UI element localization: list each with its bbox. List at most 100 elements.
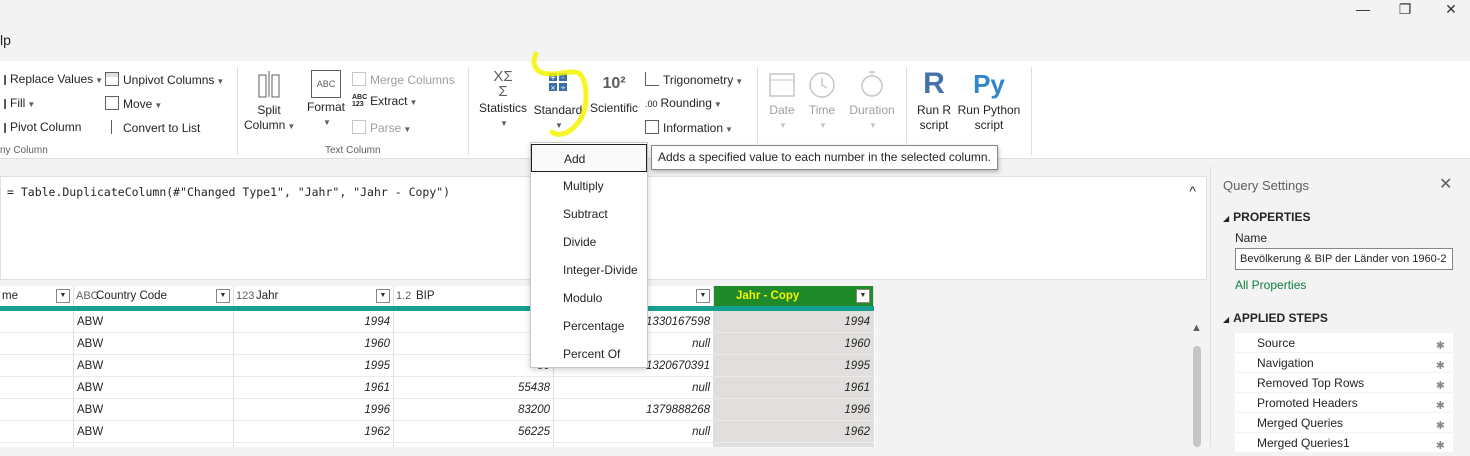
table-cell[interactable]: ABW (74, 377, 234, 399)
close-window-button[interactable]: ✕ (1428, 0, 1470, 20)
ribbon-separator (757, 67, 758, 155)
table-cell[interactable]: 1960 (714, 333, 874, 355)
query-name-input[interactable]: Bevölkerung & BIP der Länder von 1960-2 (1235, 248, 1453, 270)
move-button[interactable]: Move ▼ (105, 96, 162, 111)
table-cell[interactable]: 1961 (714, 377, 874, 399)
column-type-icon[interactable]: 123 (236, 286, 254, 306)
highlight-annotation (531, 51, 589, 137)
table-cell[interactable]: 55438 (394, 377, 554, 399)
convert-to-list-button[interactable]: Convert to List (105, 120, 200, 135)
group-label-any-column: ny Column (0, 145, 48, 156)
table-cell[interactable] (0, 377, 74, 399)
rounding-button[interactable]: .00 Rounding ▼ (645, 96, 722, 110)
table-cell[interactable] (0, 399, 74, 421)
table-cell[interactable]: 1961 (234, 377, 394, 399)
scroll-thumb[interactable] (1193, 346, 1201, 447)
fill-button[interactable]: Fill ▼ (0, 96, 35, 110)
menu-help[interactable]: lp (0, 28, 11, 52)
table-cell[interactable]: 1997 (234, 443, 394, 447)
dropdown-item-add[interactable]: Add (531, 144, 647, 172)
table-cell[interactable] (0, 333, 74, 355)
column-filter-icon[interactable]: ▼ (56, 289, 70, 303)
table-cell[interactable]: 56225 (394, 421, 554, 443)
dropdown-item-percentage[interactable]: Percentage (531, 312, 647, 340)
column-filter-icon[interactable]: ▼ (216, 289, 230, 303)
table-cell[interactable]: 1962 (234, 421, 394, 443)
table-cell[interactable]: ABW (74, 355, 234, 377)
applied-step[interactable]: Removed Top Rows ✱ (1235, 373, 1453, 393)
table-cell[interactable]: ABW (74, 311, 234, 333)
ribbon-separator (1031, 67, 1032, 155)
table-cell[interactable]: null (554, 377, 714, 399)
table-cell[interactable]: ABW (74, 399, 234, 421)
applied-step[interactable]: Merged Queries ✱ (1235, 413, 1453, 433)
fill-icon (0, 99, 6, 109)
column-header[interactable]: ABC Country Code ▼ (74, 286, 234, 306)
collapse-formula-icon[interactable]: ^ (1189, 183, 1196, 199)
properties-section[interactable]: ◢ PROPERTIES (1223, 210, 1311, 224)
split-column-button[interactable]: Split Column ▼ (244, 69, 295, 134)
column-header[interactable]: me ▼ (0, 286, 74, 306)
table-cell[interactable] (0, 355, 74, 377)
trigonometry-button[interactable]: Trigonometry ▼ (645, 72, 743, 87)
extract-icon: ABC 123 (352, 94, 368, 108)
pivot-column-button[interactable]: Pivot Column (0, 120, 81, 134)
column-filter-icon[interactable]: ▼ (856, 289, 870, 303)
formula-text[interactable]: = Table.DuplicateColumn(#"Changed Type1"… (7, 185, 450, 199)
run-r-script-button[interactable]: R Run R script (914, 67, 954, 133)
column-header[interactable]: Jahr - Copy ▼ (714, 286, 874, 306)
table-cell[interactable]: 1960 (234, 333, 394, 355)
applied-step[interactable]: Source ✱ (1235, 333, 1453, 353)
dropdown-item-multiply[interactable]: Multiply (531, 172, 647, 200)
gear-icon[interactable]: ✱ (1436, 436, 1445, 456)
applied-steps-section[interactable]: ◢ APPLIED STEPS (1223, 311, 1328, 325)
table-cell[interactable] (0, 421, 74, 443)
minimize-button[interactable]: — (1340, 0, 1386, 20)
table-cell[interactable]: 1997 (714, 443, 874, 447)
table-cell[interactable]: 1996 (714, 399, 874, 421)
table-cell[interactable]: 83200 (394, 399, 554, 421)
dropdown-item-modulo[interactable]: Modulo (531, 284, 647, 312)
table-cell[interactable]: 1531843575 (554, 443, 714, 447)
parse-button: Parse ▼ (352, 120, 411, 135)
table-cell[interactable]: ABW (74, 421, 234, 443)
applied-step[interactable]: Navigation ✱ (1235, 353, 1453, 373)
table-cell[interactable]: 1995 (234, 355, 394, 377)
table-cell[interactable]: 1994 (714, 311, 874, 333)
dropdown-item-integer-divide[interactable]: Integer-Divide (531, 256, 647, 284)
column-filter-icon[interactable]: ▼ (696, 289, 710, 303)
unpivot-columns-button[interactable]: Unpivot Columns ▼ (105, 72, 224, 87)
replace-values-button[interactable]: Replace Values ▼ (0, 72, 103, 86)
table-cell[interactable]: ABW (74, 333, 234, 355)
column-filter-icon[interactable]: ▼ (376, 289, 390, 303)
minimize-icon: — (1356, 1, 1370, 17)
title-bar (0, 0, 1470, 22)
dropdown-item-divide[interactable]: Divide (531, 228, 647, 256)
table-cell[interactable]: null (554, 421, 714, 443)
table-cell[interactable]: 85451 (394, 443, 554, 447)
clock-icon (809, 72, 835, 98)
table-cell[interactable]: 1995 (714, 355, 874, 377)
column-header[interactable]: 123 Jahr ▼ (234, 286, 394, 306)
dropdown-item-percent-of[interactable]: Percent Of (531, 340, 647, 368)
table-cell[interactable] (0, 311, 74, 333)
dropdown-item-subtract[interactable]: Subtract (531, 200, 647, 228)
extract-button[interactable]: ABC 123 Extract ▼ (352, 94, 417, 108)
scroll-up-icon[interactable]: ▲ (1191, 322, 1202, 334)
applied-step[interactable]: Promoted Headers ✱ (1235, 393, 1453, 413)
format-button[interactable]: ABC Format ▼ (304, 69, 348, 130)
run-python-script-button[interactable]: Py Run Python script (957, 67, 1021, 133)
table-cell[interactable] (0, 443, 74, 447)
applied-step[interactable]: Merged Queries1 ✱ (1235, 433, 1453, 453)
close-pane-icon[interactable]: ✕ (1439, 174, 1452, 194)
grid-vertical-scrollbar[interactable]: ▲ (1190, 320, 1204, 447)
table-cell[interactable]: 1996 (234, 399, 394, 421)
information-button[interactable]: Information ▼ (645, 120, 733, 135)
table-cell[interactable]: 1379888268 (554, 399, 714, 421)
maximize-button[interactable]: ❐ (1382, 0, 1428, 20)
table-cell[interactable]: 1962 (714, 421, 874, 443)
all-properties-link[interactable]: All Properties (1235, 278, 1306, 292)
table-cell[interactable]: ABW (74, 443, 234, 447)
table-cell[interactable]: 1994 (234, 311, 394, 333)
column-type-icon[interactable]: 1.2 (396, 286, 411, 306)
